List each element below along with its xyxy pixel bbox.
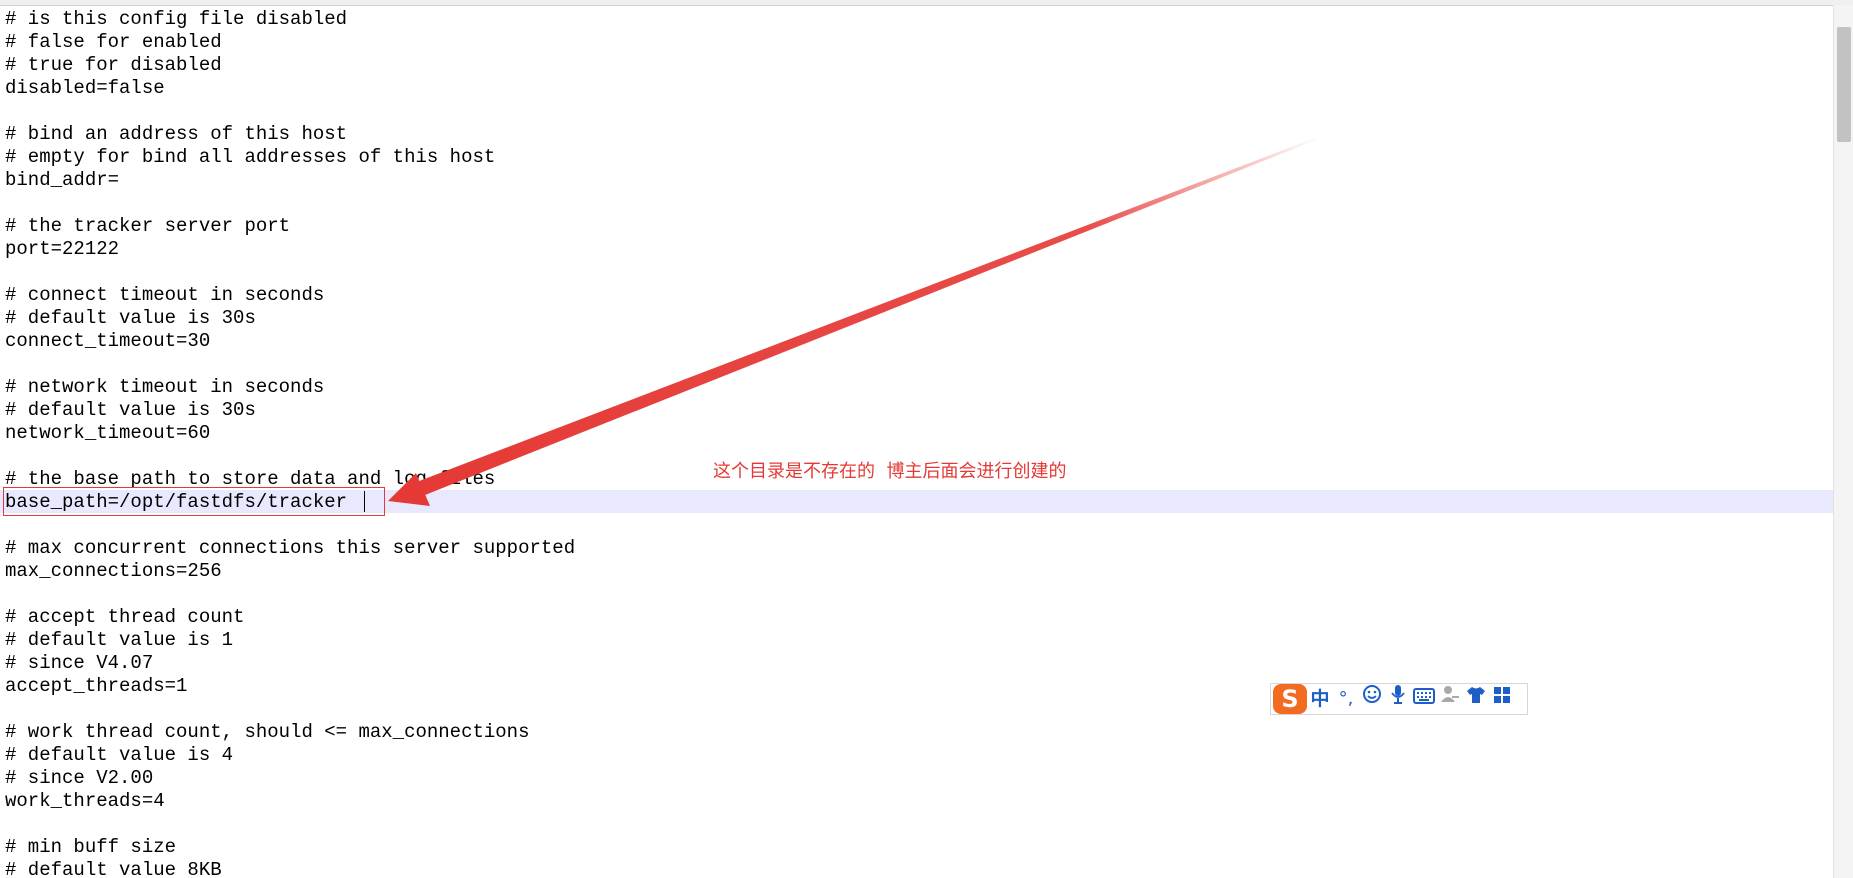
ime-toolbar[interactable]: S 中 °, <box>1270 683 1528 715</box>
editor-line: bind_addr= <box>5 169 120 191</box>
editor-line: # max concurrent connections this server… <box>5 537 576 559</box>
editor-line: # since V4.07 <box>5 652 154 674</box>
editor-line: max_connections=256 <box>5 560 222 582</box>
editor-line: # default value is 4 <box>5 744 234 766</box>
sogou-logo-icon[interactable]: S <box>1273 684 1307 714</box>
editor-line: work_threads=4 <box>5 790 165 812</box>
annotation-text: 这个目录是不存在的 博主后面会进行创建的 <box>713 461 1067 482</box>
editor-line: # default value 8KB <box>5 859 222 878</box>
user-skin-icon[interactable] <box>1437 684 1463 714</box>
editor-line: # the tracker server port <box>5 215 291 237</box>
language-toggle[interactable]: 中 <box>1307 684 1333 714</box>
editor-line: # connect timeout in seconds <box>5 284 325 306</box>
text-caret <box>364 491 365 512</box>
editor-line: # work thread count, should <= max_conne… <box>5 721 530 743</box>
editor-line: network_timeout=60 <box>5 422 211 444</box>
editor-line: connect_timeout=30 <box>5 330 211 352</box>
vertical-scrollbar[interactable] <box>1833 5 1853 878</box>
editor-line: accept_threads=1 <box>5 675 188 697</box>
scrollbar-thumb[interactable] <box>1837 27 1851 142</box>
tshirt-icon[interactable] <box>1463 684 1489 714</box>
annotation-highlight-box <box>3 487 385 516</box>
editor-line: # network timeout in seconds <box>5 376 325 398</box>
keyboard-icon[interactable] <box>1411 684 1437 714</box>
editor-line: # default value is 30s <box>5 399 256 421</box>
editor-line: # true for disabled <box>5 54 222 76</box>
editor-line: port=22122 <box>5 238 120 260</box>
smiley-icon[interactable] <box>1359 684 1385 714</box>
editor-line: disabled=false <box>5 77 165 99</box>
editor-line: # bind an address of this host <box>5 123 348 145</box>
text-editor[interactable]: # is this config file disabled # false fo… <box>0 5 1833 878</box>
editor-line: # since V2.00 <box>5 767 154 789</box>
punctuation-toggle[interactable]: °, <box>1333 684 1359 714</box>
editor-line: # empty for bind all addresses of this h… <box>5 146 496 168</box>
grid-menu-icon[interactable] <box>1489 684 1515 714</box>
editor-line: # accept thread count <box>5 606 245 628</box>
microphone-icon[interactable] <box>1385 684 1411 714</box>
editor-line: # false for enabled <box>5 31 222 53</box>
editor-line: # is this config file disabled <box>5 8 348 30</box>
editor-line: # min buff size <box>5 836 177 858</box>
editor-line: # default value is 30s <box>5 307 256 329</box>
editor-line: # default value is 1 <box>5 629 234 651</box>
